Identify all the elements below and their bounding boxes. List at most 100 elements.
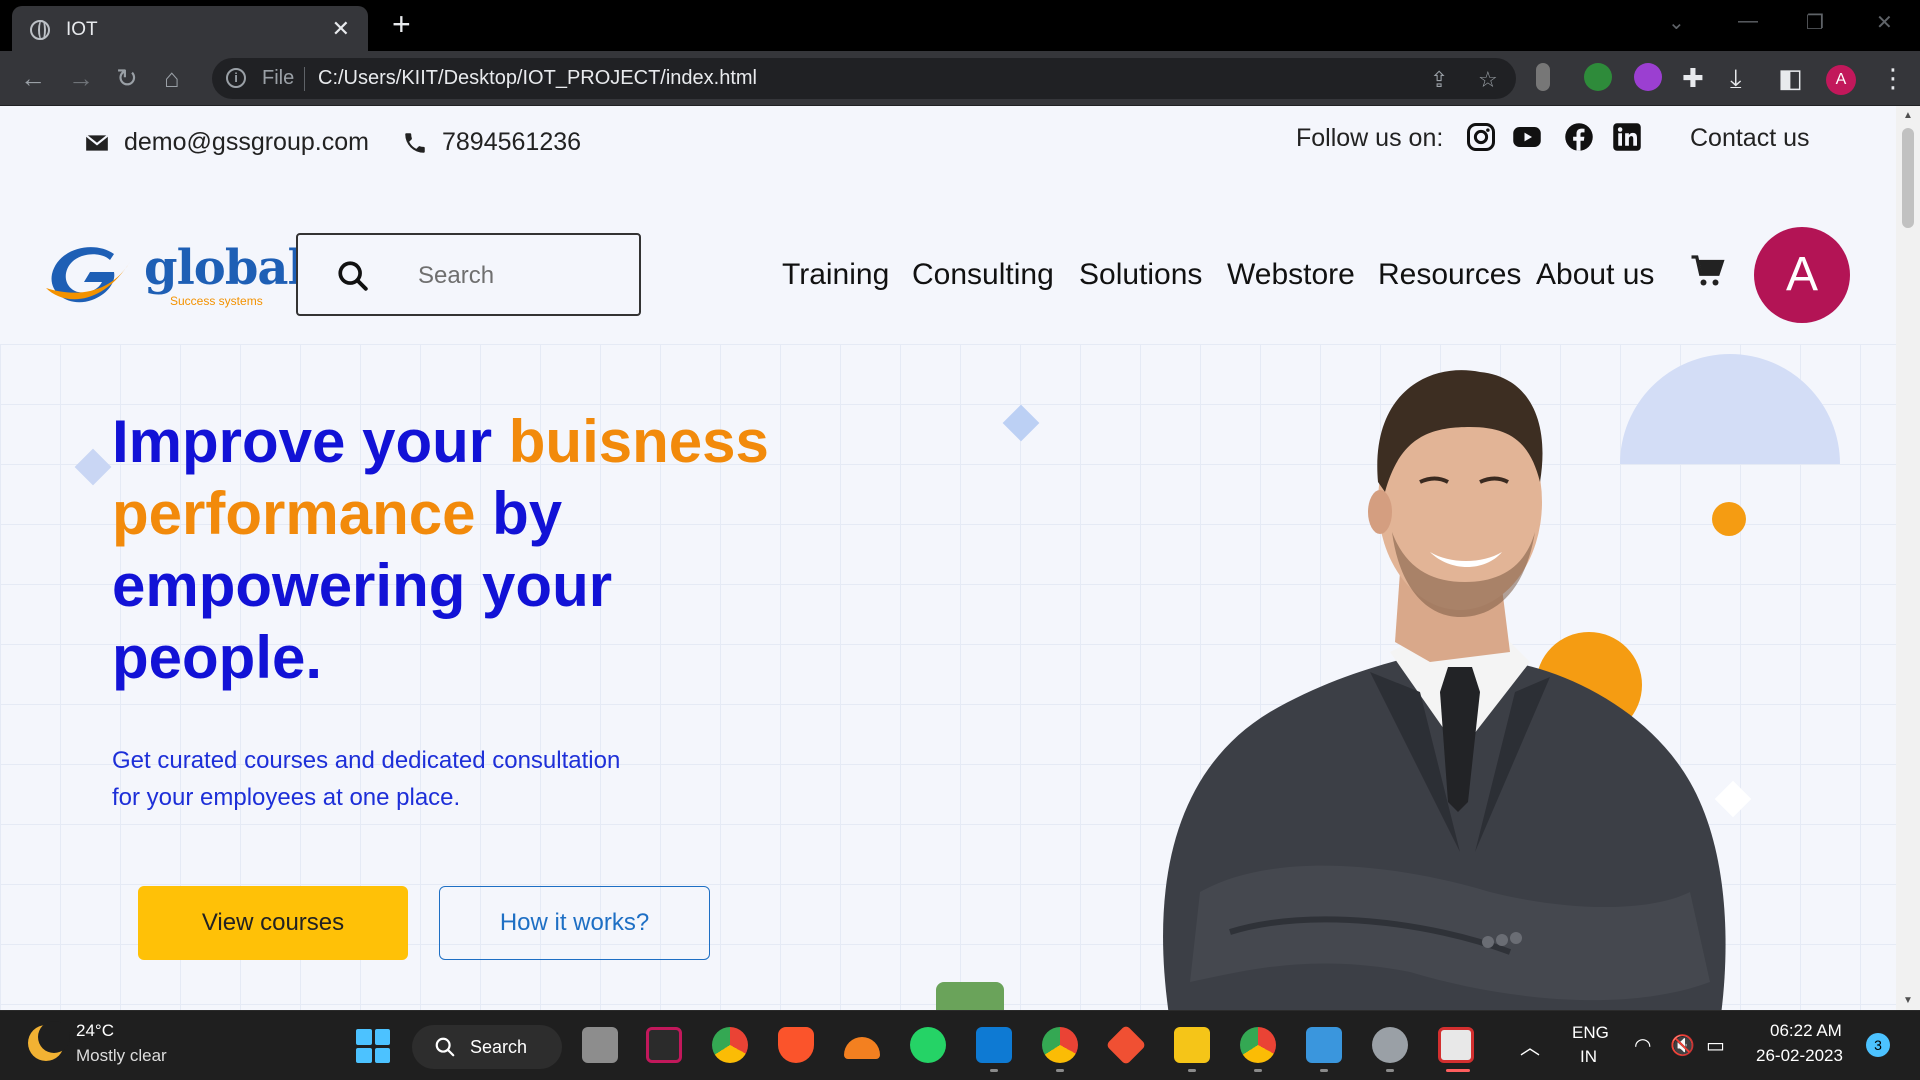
extension-purple-icon[interactable] [1634, 63, 1662, 91]
clock-date[interactable]: 26-02-2023 [1756, 1046, 1843, 1066]
share-icon[interactable]: ⇪ [1430, 67, 1448, 93]
home-icon[interactable]: ⌂ [164, 63, 180, 94]
chrome-icon[interactable] [712, 1027, 748, 1063]
weather-temperature[interactable]: 24°C [76, 1021, 114, 1041]
running-indicator [990, 1069, 998, 1072]
site-info-icon[interactable]: i [226, 68, 246, 88]
nav-about-us[interactable]: About us [1536, 258, 1654, 292]
page-viewport: demo@gssgroup.com 7894561236 Follow us o… [0, 106, 1920, 1010]
browser-toolbar: ← → ↻ ⌂ i File C:/Users/KIIT/Desktop/IOT… [0, 51, 1920, 106]
extension-icon[interactable] [1536, 63, 1550, 91]
company-logo[interactable]: global Success systems [44, 234, 284, 314]
download-icon[interactable]: ⤓ [1730, 63, 1742, 95]
url-text[interactable]: C:/Users/KIIT/Desktop/IOT_PROJECT/index.… [318, 67, 757, 90]
facebook-icon[interactable] [1564, 122, 1594, 152]
windows-taskbar: 24°C Mostly clear Search ︿ ENG IN ◠ 🔇 ▭ … [0, 1010, 1920, 1080]
vscode-icon[interactable] [976, 1027, 1012, 1063]
close-tab-icon[interactable]: ✕ [332, 16, 350, 42]
taskbar-search[interactable]: Search [412, 1025, 562, 1069]
view-courses-button[interactable]: View courses [138, 886, 408, 960]
volume-muted-icon[interactable]: 🔇 [1670, 1033, 1695, 1058]
wifi-icon[interactable]: ◠ [1634, 1033, 1651, 1058]
contact-us-link[interactable]: Contact us [1690, 124, 1810, 153]
cloudflare-icon[interactable] [844, 1037, 880, 1059]
search-icon [434, 1036, 456, 1058]
instagram-icon[interactable] [1466, 122, 1496, 152]
git-icon[interactable] [1106, 1025, 1147, 1066]
snipping-tool-icon[interactable] [1438, 1027, 1474, 1063]
back-icon[interactable]: ← [20, 63, 46, 94]
brave-icon[interactable] [778, 1027, 814, 1063]
envelope-icon [84, 130, 110, 156]
taskbar-search-label: Search [470, 1037, 527, 1057]
phone-text: 7894561236 [442, 128, 581, 157]
hero-heading-part: Improve your [112, 408, 509, 475]
scrollbar-thumb[interactable] [1902, 128, 1914, 228]
browser-tab[interactable]: IOT ✕ [12, 6, 368, 51]
url-scheme: File [262, 67, 294, 90]
input-language[interactable]: ENG [1572, 1023, 1609, 1043]
restore-button[interactable]: ❐ [1806, 10, 1824, 35]
nav-resources[interactable]: Resources [1378, 258, 1521, 292]
running-indicator [1254, 1069, 1262, 1072]
how-it-works-button[interactable]: How it works? [439, 886, 710, 960]
phone-icon [402, 130, 428, 156]
running-indicator [1386, 1069, 1394, 1072]
nav-webstore[interactable]: Webstore [1227, 258, 1355, 292]
youtube-icon[interactable] [1512, 122, 1542, 152]
logo-wordmark: global [144, 240, 305, 296]
follow-label: Follow us on: [1296, 124, 1443, 153]
bookmark-star-icon[interactable]: ☆ [1478, 67, 1498, 93]
search-input[interactable] [418, 257, 618, 295]
tray-overflow-icon[interactable]: ︿ [1520, 1031, 1540, 1060]
hero-subtitle: Get curated courses and dedicated consul… [112, 742, 652, 816]
linkedin-icon[interactable] [1612, 122, 1642, 152]
hero-heading: Improve your buisness performance by emp… [112, 406, 812, 694]
scroll-up-icon[interactable]: ▲ [1903, 110, 1913, 121]
email-text: demo@gssgroup.com [124, 128, 369, 157]
minimize-button[interactable]: — [1738, 10, 1758, 33]
notification-badge[interactable]: 3 [1866, 1033, 1890, 1057]
page-scrollbar[interactable]: ▲ ▼ [1896, 106, 1920, 1010]
windows-start-icon[interactable] [356, 1029, 390, 1063]
tab-search-icon[interactable]: ⌄ [1668, 10, 1685, 35]
site-search[interactable] [296, 233, 641, 316]
clock-time[interactable]: 06:22 AM [1770, 1021, 1842, 1041]
cart-icon[interactable] [1690, 254, 1726, 290]
extensions-puzzle-icon[interactable]: ✚ [1682, 63, 1704, 94]
whatsapp-icon[interactable] [910, 1027, 946, 1063]
chrome-active-icon[interactable] [1240, 1027, 1276, 1063]
running-indicator [1056, 1069, 1064, 1072]
close-window-button[interactable]: ✕ [1876, 10, 1893, 35]
running-indicator [1188, 1069, 1196, 1072]
phone-contact[interactable]: 7894561236 [402, 128, 581, 157]
app-icon[interactable] [646, 1027, 682, 1063]
reload-icon[interactable]: ↻ [116, 63, 138, 94]
nav-consulting[interactable]: Consulting [912, 258, 1054, 292]
user-avatar[interactable]: A [1754, 227, 1850, 323]
battery-icon[interactable]: ▭ [1706, 1033, 1725, 1058]
hero-businessman-image [1130, 332, 1740, 1010]
menu-kebab-icon[interactable]: ⋮ [1880, 63, 1906, 94]
file-explorer-icon[interactable] [1174, 1027, 1210, 1063]
address-bar[interactable]: i File C:/Users/KIIT/Desktop/IOT_PROJECT… [212, 58, 1516, 99]
scroll-down-icon[interactable]: ▼ [1903, 995, 1913, 1006]
email-contact[interactable]: demo@gssgroup.com [84, 128, 369, 157]
notepad-icon[interactable] [1306, 1027, 1342, 1063]
forward-icon[interactable]: → [68, 63, 94, 94]
side-panel-icon[interactable]: ◧ [1778, 63, 1803, 94]
settings-icon[interactable] [1372, 1027, 1408, 1063]
profile-avatar[interactable]: A [1826, 65, 1856, 95]
weather-description[interactable]: Mostly clear [76, 1046, 167, 1066]
task-view-icon[interactable] [582, 1027, 618, 1063]
globe-icon [30, 20, 50, 40]
new-tab-button[interactable]: + [392, 6, 411, 43]
input-region[interactable]: IN [1580, 1047, 1597, 1067]
weather-moon-icon[interactable] [28, 1025, 64, 1061]
nav-solutions[interactable]: Solutions [1079, 258, 1202, 292]
chat-widget[interactable] [936, 982, 1004, 1010]
extension-tree-icon[interactable] [1584, 63, 1612, 91]
running-indicator [1320, 1069, 1328, 1072]
nav-training[interactable]: Training [782, 258, 889, 292]
chrome-profile-icon[interactable] [1042, 1027, 1078, 1063]
